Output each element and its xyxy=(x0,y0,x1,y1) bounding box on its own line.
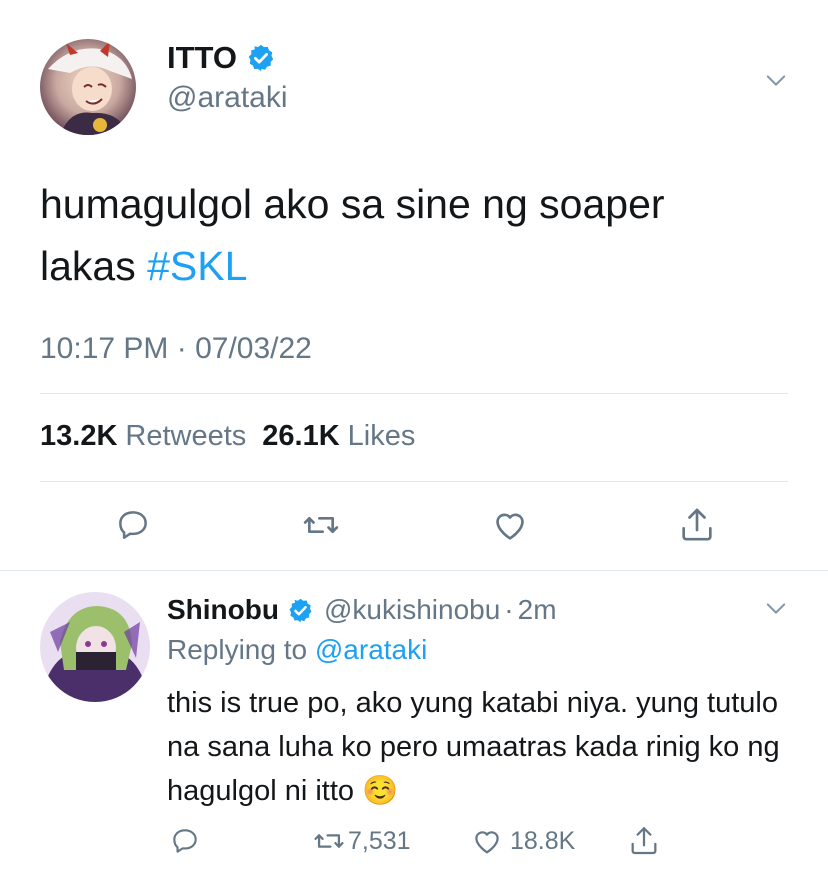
verified-badge-icon xyxy=(287,597,314,624)
hashtag-link[interactable]: #SKL xyxy=(147,243,247,289)
reply-button[interactable] xyxy=(166,822,204,860)
tweet-text-line-2: lakas #SKL xyxy=(40,235,780,297)
reply-retweet-count: 7,531 xyxy=(348,826,411,855)
reply-icon xyxy=(173,829,197,853)
reply-like-count: 18.8K xyxy=(510,826,576,855)
engagement-stats: 13.2K Retweets 26.1K Likes xyxy=(40,420,415,453)
retweet-icon xyxy=(303,517,339,533)
like-icon xyxy=(475,831,499,854)
reply-icon xyxy=(119,511,147,539)
avatar-shinobu[interactable] xyxy=(40,592,150,702)
tweet-timestamp[interactable]: 10:17 PM · 07/03/22 xyxy=(40,332,312,366)
like-button[interactable]: 18.8K xyxy=(470,822,575,860)
share-icon xyxy=(682,508,712,541)
reply-time[interactable]: 2m xyxy=(518,594,557,626)
share-button[interactable] xyxy=(674,502,720,548)
avatar-itto[interactable] xyxy=(40,39,136,135)
likes-label[interactable]: Likes xyxy=(348,420,416,453)
divider xyxy=(40,481,788,482)
share-button[interactable] xyxy=(625,822,663,860)
like-button[interactable] xyxy=(487,502,533,548)
retweets-label[interactable]: Retweets xyxy=(125,420,246,453)
tweet-text: humagulgol ako sa sine ng soaper lakas #… xyxy=(40,173,780,297)
replying-to-line: Replying to @arataki xyxy=(167,634,427,666)
verified-badge-icon xyxy=(246,43,276,73)
reply-emoji: ☺️ xyxy=(362,775,399,807)
retweet-button[interactable]: 7,531 xyxy=(312,822,411,860)
retweets-count[interactable]: 13.2K xyxy=(40,420,117,453)
tweet-text-tail: lakas xyxy=(40,243,148,289)
reply-header: Shinobu @kukishinobu · 2m xyxy=(167,592,557,628)
reply-text-body: this is true po, ako yung katabi niya. y… xyxy=(167,687,780,807)
chevron-down-icon[interactable] xyxy=(760,64,792,96)
share-icon xyxy=(631,827,657,855)
reply-button[interactable] xyxy=(110,502,156,548)
handle[interactable]: @arataki xyxy=(167,81,288,115)
retweet-icon xyxy=(314,834,344,848)
section-divider xyxy=(0,570,828,571)
reply-text: this is true po, ako yung katabi niya. y… xyxy=(167,681,792,813)
replying-to-link[interactable]: @arataki xyxy=(315,634,427,665)
display-name-row: ITTO xyxy=(167,38,276,78)
reply-display-name[interactable]: Shinobu xyxy=(167,594,279,626)
retweet-button[interactable] xyxy=(298,502,344,548)
divider xyxy=(40,393,788,394)
like-icon xyxy=(496,513,524,540)
replying-prefix: Replying to xyxy=(167,634,308,665)
chevron-down-icon[interactable] xyxy=(760,592,792,624)
likes-count[interactable]: 26.1K xyxy=(262,420,339,453)
display-name[interactable]: ITTO xyxy=(167,40,237,76)
reply-handle[interactable]: @kukishinobu xyxy=(324,594,500,626)
tweet-text-line-1: humagulgol ako sa sine ng soaper xyxy=(40,181,665,227)
reply-separator: · xyxy=(504,594,514,625)
